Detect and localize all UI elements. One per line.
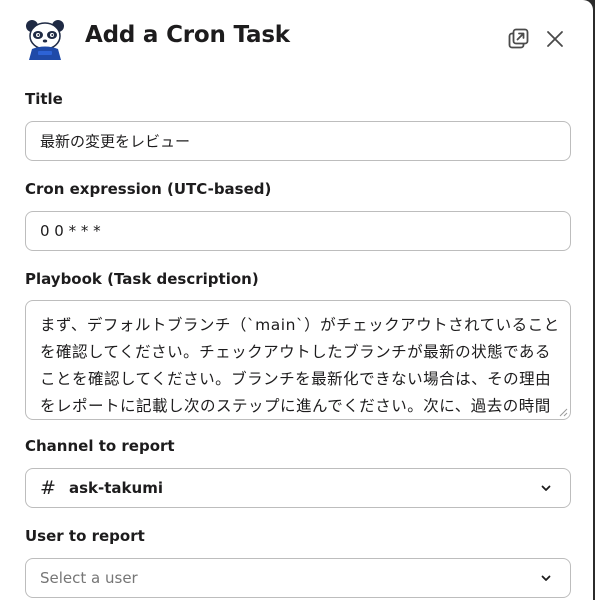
popout-icon xyxy=(508,28,529,49)
chevron-down-icon xyxy=(541,575,551,581)
resize-handle-icon[interactable] xyxy=(559,408,568,417)
user-select[interactable]: Select a user xyxy=(25,558,571,598)
playbook-textarea[interactable]: まず、デフォルトブランチ（`main`）がチェックアウトされていることを確認して… xyxy=(25,300,571,420)
close-icon xyxy=(547,31,563,47)
title-input[interactable]: 最新の変更をレビュー xyxy=(25,121,571,161)
channel-select[interactable]: # ask-takumi xyxy=(25,468,571,508)
cron-expression-label: Cron expression (UTC-based) xyxy=(25,180,272,198)
close-button[interactable] xyxy=(542,26,568,52)
popout-button[interactable] xyxy=(505,26,531,52)
modal-header: Add a Cron Task xyxy=(0,0,593,82)
title-label: Title xyxy=(25,90,63,108)
channel-select-value: ask-takumi xyxy=(69,479,163,497)
cron-expression-value: 0 0 * * * xyxy=(40,222,101,240)
panda-icon xyxy=(24,18,66,60)
hash-icon: # xyxy=(40,477,56,499)
cron-expression-input[interactable]: 0 0 * * * xyxy=(25,211,571,251)
user-select-placeholder: Select a user xyxy=(40,569,138,587)
add-cron-task-modal: Add a Cron Task Title 最新の変更をレビュー Cron ex… xyxy=(0,0,593,600)
modal-title: Add a Cron Task xyxy=(85,22,290,48)
chevron-down-icon xyxy=(541,485,551,491)
channel-label: Channel to report xyxy=(25,437,175,455)
user-label: User to report xyxy=(25,527,145,545)
title-input-value: 最新の変更をレビュー xyxy=(40,132,191,151)
playbook-label: Playbook (Task description) xyxy=(25,270,259,288)
playbook-textarea-value: まず、デフォルトブランチ（`main`）がチェックアウトされていることを確認して… xyxy=(40,316,560,415)
